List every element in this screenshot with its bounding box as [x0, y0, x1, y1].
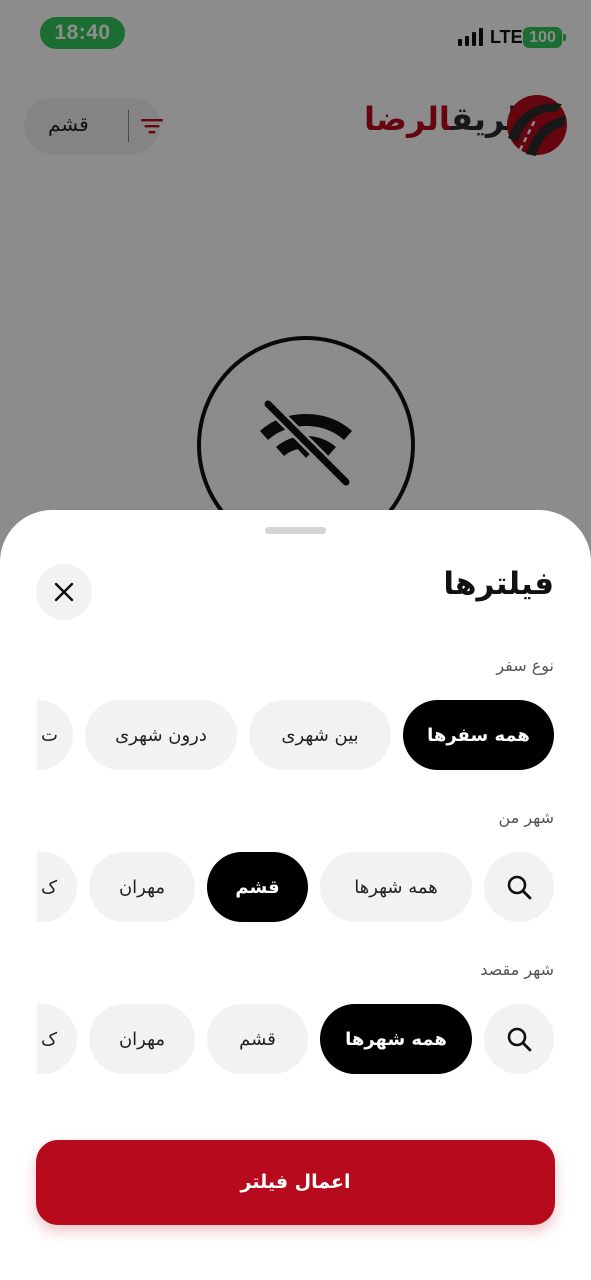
- close-button[interactable]: [36, 564, 92, 620]
- apply-filter-button[interactable]: اعمال فیلتر: [36, 1140, 555, 1225]
- chip-partial[interactable]: ت: [37, 700, 73, 770]
- chip-partial-label: ت: [41, 724, 58, 746]
- origin-search-button[interactable]: [484, 852, 554, 922]
- chip-intracity[interactable]: درون شهری: [85, 700, 237, 770]
- search-icon: [507, 1027, 532, 1052]
- chip-origin-all-cities[interactable]: همه شهرها: [320, 852, 472, 922]
- sheet-grabber[interactable]: [265, 527, 326, 534]
- chip-origin-qeshm[interactable]: قشم: [207, 852, 308, 922]
- origin-city-label: شهر من: [498, 808, 554, 827]
- chip-origin-mehran[interactable]: مهران: [89, 852, 195, 922]
- chip-origin-partial[interactable]: ک: [37, 852, 77, 922]
- filters-bottom-sheet: فیلترها نوع سفر همه سفرها بین شهری درون …: [0, 510, 591, 1280]
- destination-search-button[interactable]: [484, 1004, 554, 1074]
- trip-type-chips: همه سفرها بین شهری درون شهری ت: [37, 700, 554, 770]
- chip-destination-partial[interactable]: ک: [37, 1004, 77, 1074]
- chip-origin-partial-label: ک: [41, 876, 58, 898]
- sheet-title: فیلترها: [443, 566, 554, 602]
- trip-type-label: نوع سفر: [496, 656, 554, 675]
- destination-city-label: شهر مقصد: [480, 960, 554, 979]
- destination-city-chips: همه شهرها قشم مهران ک: [37, 1004, 554, 1074]
- chip-intercity[interactable]: بین شهری: [249, 700, 391, 770]
- close-icon: [54, 582, 74, 602]
- chip-destination-mehran[interactable]: مهران: [89, 1004, 195, 1074]
- chip-destination-all-cities[interactable]: همه شهرها: [320, 1004, 472, 1074]
- origin-city-chips: همه شهرها قشم مهران ک: [37, 852, 554, 922]
- chip-destination-qeshm[interactable]: قشم: [207, 1004, 308, 1074]
- chip-all-trips[interactable]: همه سفرها: [403, 700, 554, 770]
- search-icon: [507, 875, 532, 900]
- chip-destination-partial-label: ک: [41, 1028, 58, 1050]
